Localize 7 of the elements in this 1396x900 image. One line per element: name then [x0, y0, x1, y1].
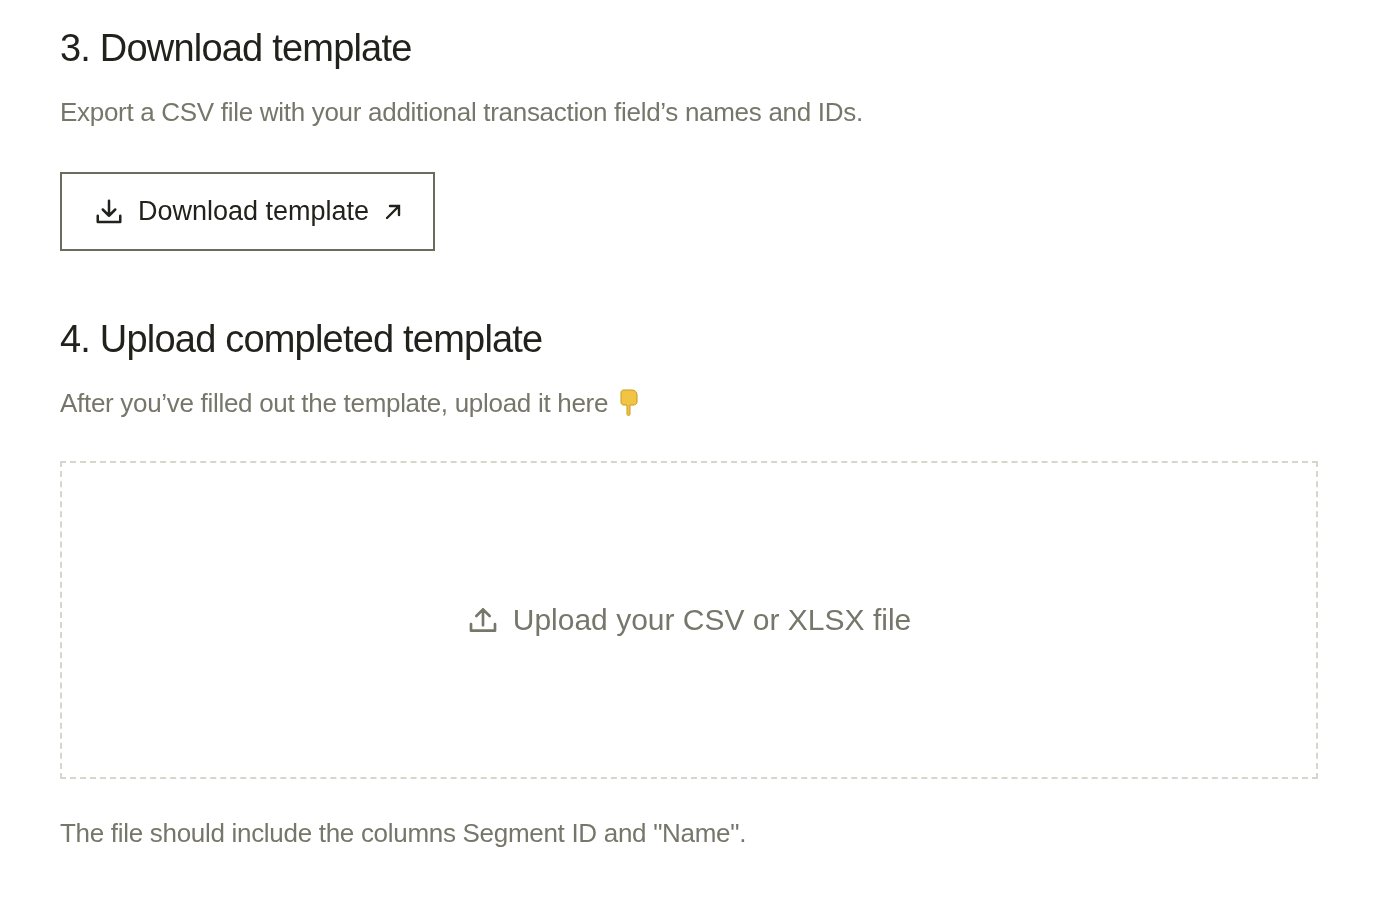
requirements-note: The file should include the columns Segment ID and "Name". — [60, 817, 748, 850]
file-upload-dropzone[interactable]: Upload your CSV or XLSX file — [60, 461, 1318, 779]
section-description: Export a CSV file with your additional transaction field’s names and IDs. — [60, 96, 863, 129]
section-heading: 3. Download template — [60, 26, 413, 71]
download-template-button[interactable]: Download template — [60, 172, 436, 251]
section-heading: 4. Upload completed template — [60, 317, 544, 362]
section-description: After you’ve filled out the template, upload it here — [60, 387, 609, 420]
